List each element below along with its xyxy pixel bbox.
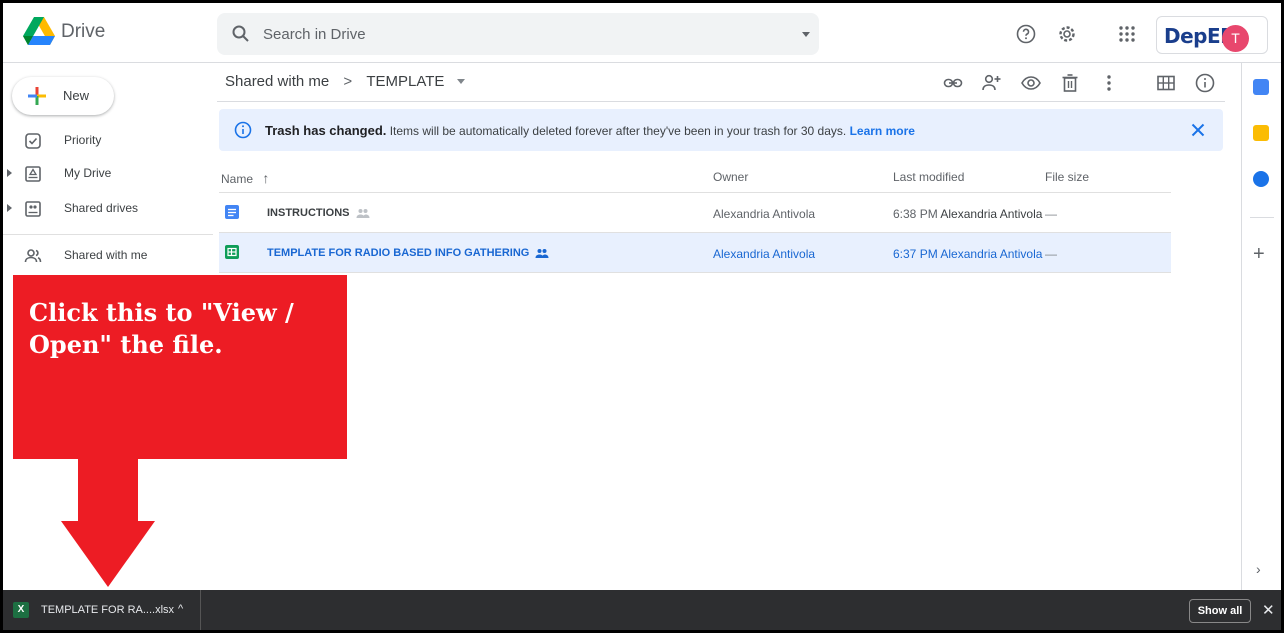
file-size: —	[1045, 247, 1057, 261]
plus-icon	[28, 87, 46, 105]
sidebar-item-label: Shared drives	[64, 201, 139, 215]
sort-arrow-icon[interactable]: ↑	[262, 170, 269, 186]
sidebar-item-shared-drives[interactable]: Shared drives	[3, 195, 213, 223]
people-icon	[24, 249, 42, 263]
table-row[interactable]: INSTRUCTIONS Alexandria Antivola 6:38 PM…	[219, 193, 1171, 233]
file-name: TEMPLATE FOR RADIO BASED INFO GATHERING	[267, 247, 549, 259]
folder-menu-dropdown-icon[interactable]	[456, 78, 465, 84]
notice-body: Items will be automatically deleted fore…	[386, 124, 850, 138]
arrow-down-shaft	[78, 459, 138, 521]
breadcrumb: Shared with me > TEMPLATE	[225, 72, 465, 90]
modified-by: Alexandria Antivola	[940, 247, 1043, 261]
drive-logo-icon[interactable]	[23, 17, 55, 45]
file-last-modified: 6:38 PM Alexandria Antivola	[893, 207, 1042, 221]
close-icon[interactable]	[1190, 122, 1206, 138]
new-button[interactable]: New	[12, 77, 114, 115]
sidebar-item-shared-with-me[interactable]: Shared with me	[3, 242, 213, 270]
app-brand[interactable]: Drive	[61, 21, 105, 43]
shared-people-icon	[535, 249, 549, 259]
learn-more-link[interactable]: Learn more	[850, 124, 915, 138]
my-drive-icon	[25, 166, 41, 182]
chevron-right-icon[interactable]: ›	[1256, 561, 1261, 577]
side-panel-divider	[1250, 217, 1274, 218]
sidebar-item-my-drive[interactable]: My Drive	[3, 160, 213, 188]
callout-text: Click this to "View / Open" the file.	[29, 298, 294, 359]
tasks-icon[interactable]	[1253, 171, 1269, 187]
search-options-dropdown-icon[interactable]	[802, 32, 810, 37]
top-bar: Drive DepED T	[3, 3, 1281, 63]
file-name: INSTRUCTIONS	[267, 207, 370, 219]
expand-arrow-icon[interactable]	[7, 169, 12, 177]
sidebar-item-label: Priority	[64, 133, 102, 147]
side-panel: + ›	[1241, 63, 1281, 592]
deped-account-logo[interactable]: DepED	[1156, 16, 1268, 54]
excel-file-icon: X	[13, 602, 29, 618]
download-item[interactable]: X TEMPLATE FOR RA....xlsx ^	[3, 590, 201, 630]
header-divider	[217, 101, 1225, 102]
breadcrumb-parent[interactable]: Shared with me	[225, 73, 329, 90]
table-row-selected[interactable]: TEMPLATE FOR RADIO BASED INFO GATHERING …	[219, 233, 1171, 273]
notice-title: Trash has changed.	[265, 123, 387, 138]
search-bar[interactable]	[217, 13, 819, 55]
modified-by: Alexandria Antivola	[940, 207, 1043, 221]
file-name-text: TEMPLATE FOR RADIO BASED INFO GATHERING	[267, 247, 530, 259]
column-header-name[interactable]: Name ↑	[221, 170, 269, 186]
column-header-last-modified[interactable]: Last modified	[893, 170, 964, 184]
shared-drives-icon	[25, 201, 41, 217]
keep-icon[interactable]	[1253, 125, 1269, 141]
drive-window: Drive DepED T	[3, 3, 1281, 630]
search-icon[interactable]	[231, 24, 251, 44]
trash-notice-banner: Trash has changed. Items will be automat…	[219, 109, 1223, 151]
download-bar: X TEMPLATE FOR RA....xlsx ^ Show all ✕	[3, 590, 1281, 630]
chevron-up-icon[interactable]: ^	[178, 603, 183, 615]
breadcrumb-current[interactable]: TEMPLATE	[366, 73, 444, 90]
show-all-button[interactable]: Show all	[1189, 599, 1251, 623]
calendar-icon[interactable]	[1253, 79, 1269, 95]
more-vert-icon[interactable]	[1098, 72, 1120, 94]
column-header-owner[interactable]: Owner	[713, 170, 748, 184]
info-icon[interactable]	[1194, 72, 1216, 94]
link-icon[interactable]	[942, 72, 964, 94]
file-name-text: INSTRUCTIONS	[267, 207, 350, 219]
gear-icon[interactable]	[1056, 23, 1078, 45]
google-docs-icon	[225, 205, 239, 219]
avatar[interactable]: T	[1222, 25, 1249, 52]
breadcrumb-separator: >	[343, 72, 353, 90]
expand-arrow-icon[interactable]	[7, 204, 12, 212]
close-icon[interactable]: ✕	[1262, 601, 1275, 619]
preview-eye-icon[interactable]	[1020, 72, 1042, 94]
new-button-label: New	[63, 88, 90, 103]
column-header-label: Name	[221, 172, 254, 186]
sidebar-divider	[3, 234, 213, 235]
info-icon	[234, 121, 252, 139]
get-addons-icon[interactable]: +	[1253, 244, 1265, 264]
help-icon[interactable]	[1015, 23, 1037, 45]
column-header-file-size[interactable]: File size	[1045, 170, 1089, 184]
add-person-icon[interactable]	[980, 72, 1002, 94]
modified-time: 6:38 PM	[893, 207, 938, 221]
shared-people-icon	[356, 209, 369, 219]
download-file-name: TEMPLATE FOR RA....xlsx	[41, 604, 175, 616]
file-size: —	[1045, 207, 1057, 221]
notice-text: Trash has changed. Items will be automat…	[265, 123, 915, 138]
sidebar-item-label: My Drive	[64, 166, 112, 180]
file-last-modified: 6:37 PM Alexandria Antivola	[893, 247, 1042, 261]
grid-view-icon[interactable]	[1155, 72, 1177, 94]
search-input[interactable]	[263, 23, 743, 45]
google-sheets-icon	[225, 245, 239, 259]
sidebar-item-label: Shared with me	[64, 248, 148, 262]
file-owner: Alexandria Antivola	[713, 247, 816, 261]
apps-grid-icon[interactable]	[1116, 23, 1138, 45]
table-header: Name ↑ Owner Last modified File size	[219, 155, 1171, 193]
arrow-down-icon	[61, 521, 155, 587]
instruction-callout: Click this to "View / Open" the file.	[13, 275, 347, 459]
file-owner: Alexandria Antivola	[713, 207, 816, 221]
trash-icon[interactable]	[1059, 72, 1081, 94]
sidebar-item-priority[interactable]: Priority	[3, 127, 213, 155]
checkbox-icon	[25, 133, 41, 149]
modified-time: 6:37 PM	[893, 247, 938, 261]
